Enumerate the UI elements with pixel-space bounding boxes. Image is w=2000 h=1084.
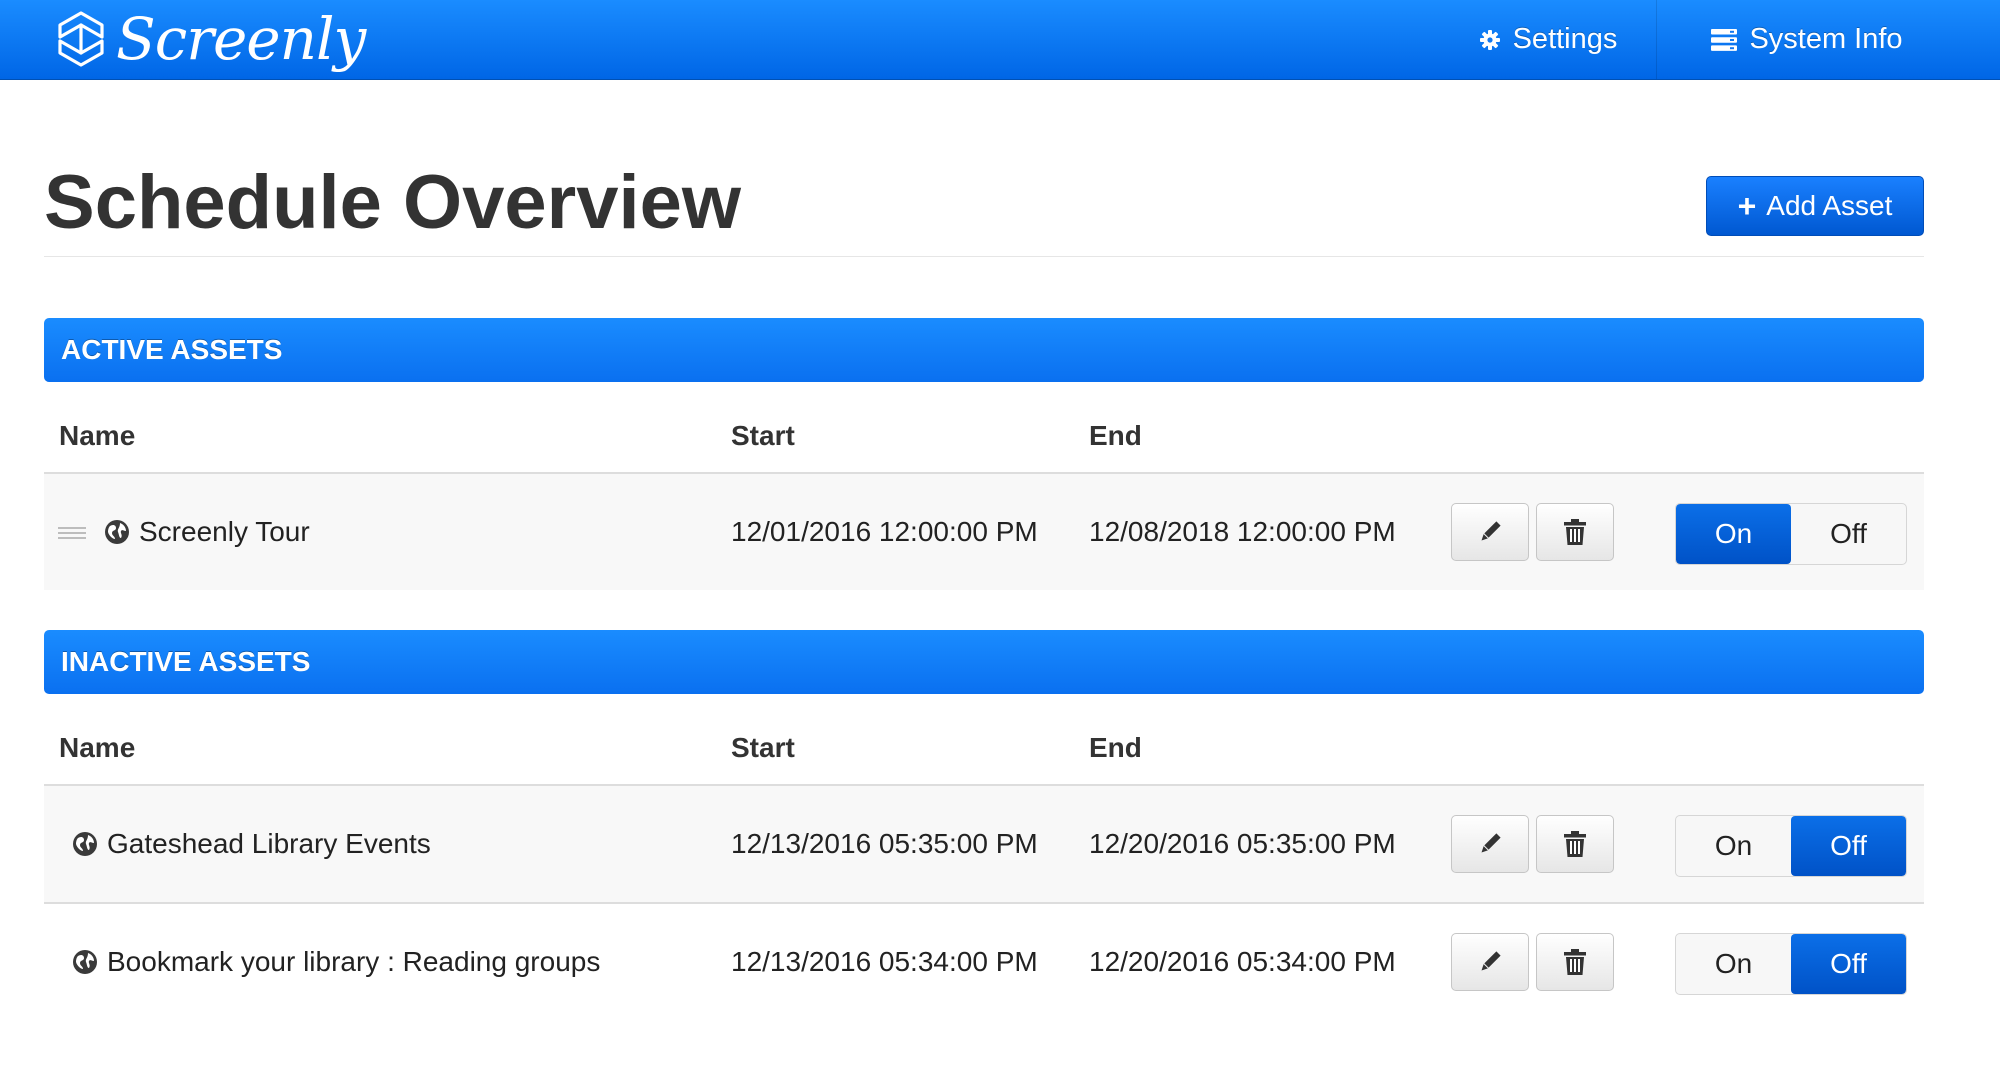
nav-system-info-label: System Info (1749, 23, 1903, 55)
inactive-assets-heading: INACTIVE ASSETS (61, 646, 311, 677)
asset-start: 12/13/2016 05:35:00 PM (731, 828, 1038, 859)
state-toggle: On Off (1675, 503, 1907, 565)
toggle-off[interactable]: Off (1791, 504, 1906, 564)
header-divider (44, 256, 1924, 257)
asset-start: 12/13/2016 05:34:00 PM (731, 946, 1038, 977)
plus-icon: + (1737, 188, 1757, 224)
toggle-on[interactable]: On (1676, 504, 1791, 564)
globe-icon (105, 520, 129, 544)
drag-handle-icon[interactable] (58, 525, 86, 539)
edit-button[interactable] (1451, 933, 1529, 991)
active-assets-header: ACTIVE ASSETS (44, 318, 1924, 382)
toggle-on[interactable]: On (1676, 816, 1791, 876)
edit-button[interactable] (1451, 815, 1529, 873)
toggle-off[interactable]: Off (1791, 934, 1906, 994)
page-title: Schedule Overview (44, 160, 741, 245)
asset-start: 12/01/2016 12:00:00 PM (731, 516, 1038, 547)
state-toggle: On Off (1675, 933, 1907, 995)
pencil-icon (1481, 521, 1501, 541)
table-row: Bookmark your library : Reading groups 1… (44, 904, 1924, 1020)
globe-icon (73, 950, 97, 974)
asset-end: 12/20/2016 05:34:00 PM (1089, 946, 1396, 977)
trash-icon (1564, 831, 1586, 857)
asset-name: Screenly Tour (139, 516, 310, 547)
server-icon (1711, 28, 1738, 51)
nav-settings[interactable]: Settings (1440, 0, 1656, 79)
asset-name: Gateshead Library Events (107, 828, 431, 859)
table-row: Screenly Tour 12/01/2016 12:00:00 PM 12/… (44, 474, 1924, 590)
nav-settings-label: Settings (1512, 23, 1618, 55)
globe-icon (73, 832, 97, 856)
gear-icon (1479, 29, 1501, 51)
asset-name-cell: Gateshead Library Events (58, 786, 431, 902)
inactive-col-end: End (1089, 732, 1142, 763)
brand-name: Screenly (116, 5, 366, 73)
delete-button[interactable] (1536, 503, 1614, 561)
asset-name: Bookmark your library : Reading groups (107, 946, 601, 977)
screenly-logo-icon (58, 11, 104, 67)
toggle-on[interactable]: On (1676, 934, 1791, 994)
table-row: Gateshead Library Events 12/13/2016 05:3… (44, 786, 1924, 902)
pencil-icon (1481, 951, 1501, 971)
delete-button[interactable] (1536, 933, 1614, 991)
inactive-col-start: Start (731, 732, 795, 763)
trash-icon (1564, 949, 1586, 975)
add-asset-button[interactable]: + Add Asset (1706, 176, 1924, 236)
active-col-name: Name (59, 420, 136, 451)
active-col-start: Start (731, 420, 795, 451)
asset-end: 12/20/2016 05:35:00 PM (1089, 828, 1396, 859)
nav-system-info[interactable]: System Info (1656, 0, 1957, 79)
edit-button[interactable] (1451, 503, 1529, 561)
inactive-col-name: Name (59, 732, 136, 763)
asset-name-cell: Bookmark your library : Reading groups (58, 904, 600, 1020)
add-asset-label: Add Asset (1766, 190, 1893, 221)
asset-name-cell: Screenly Tour (58, 474, 310, 590)
pencil-icon (1481, 833, 1501, 853)
asset-end: 12/08/2018 12:00:00 PM (1089, 516, 1396, 547)
active-assets-heading: ACTIVE ASSETS (61, 334, 283, 365)
inactive-assets-header: INACTIVE ASSETS (44, 630, 1924, 694)
toggle-off[interactable]: Off (1791, 816, 1906, 876)
delete-button[interactable] (1536, 815, 1614, 873)
active-col-end: End (1089, 420, 1142, 451)
brand[interactable]: Screenly (52, 2, 366, 76)
trash-icon (1564, 519, 1586, 545)
top-navbar: Screenly Settings System Info (0, 0, 2000, 80)
state-toggle: On Off (1675, 815, 1907, 877)
